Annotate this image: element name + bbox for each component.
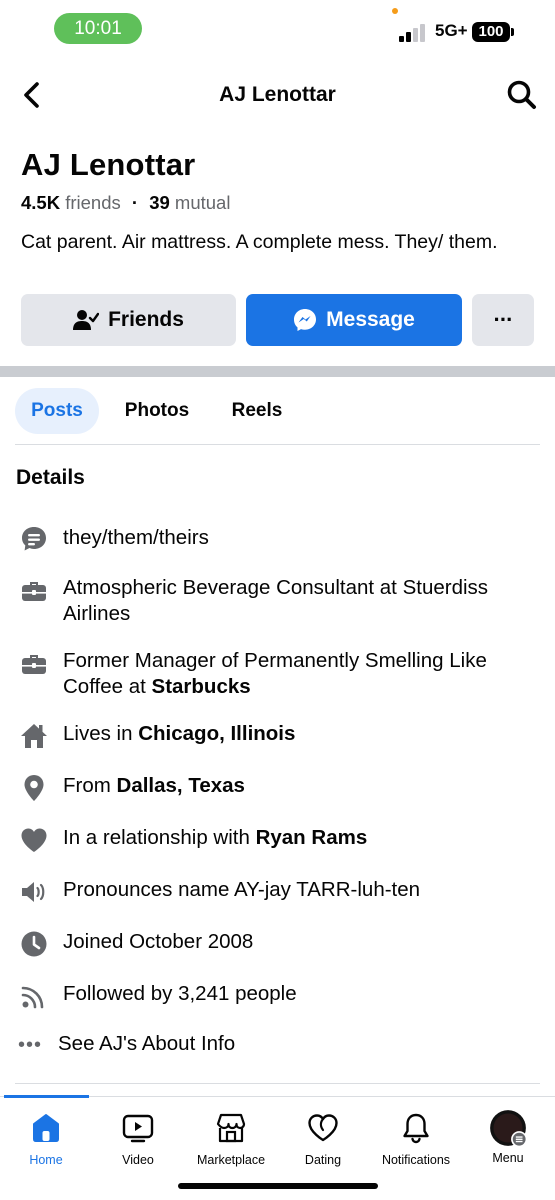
- content-divider: [15, 1083, 540, 1084]
- speech-bubble-icon: [22, 527, 46, 551]
- speaker-icon: [22, 882, 45, 902]
- tab-photos[interactable]: Photos: [111, 388, 203, 434]
- detail-pronunciation[interactable]: Pronounces name AY-jay TARR-luh-ten: [19, 876, 539, 908]
- detail-lives-in: Lives in Chicago, Illinois: [19, 720, 539, 752]
- detail-text: Followed by 3,241 people: [63, 982, 297, 1005]
- message-button-label: Message: [326, 308, 415, 331]
- detail-hometown: From Dallas, Texas: [19, 772, 539, 804]
- messenger-icon: [294, 309, 317, 331]
- detail-relationship: In a relationship with Ryan Rams: [19, 824, 539, 856]
- nav-marketplace[interactable]: Marketplace: [185, 1111, 277, 1171]
- mutual-count: 39: [149, 192, 170, 213]
- nav-label: Notifications: [381, 1153, 451, 1167]
- detail-text: Lives in Chicago, Illinois: [63, 721, 543, 747]
- friends-button[interactable]: Friends: [21, 294, 236, 346]
- video-icon: [122, 1114, 154, 1143]
- detail-text: they/them/theirs: [63, 526, 209, 549]
- workplace-link[interactable]: Starbucks: [152, 675, 251, 698]
- briefcase-icon: [22, 582, 46, 601]
- tab-posts[interactable]: Posts: [15, 388, 99, 434]
- detail-former-work: Former Manager of Permanently Smelling L…: [19, 648, 539, 702]
- nav-label: Menu: [492, 1151, 524, 1165]
- tab-reels[interactable]: Reels: [217, 388, 297, 434]
- location-pin-icon: [24, 775, 44, 801]
- section-divider: [0, 366, 555, 377]
- more-options-button[interactable]: ···: [472, 294, 534, 346]
- tabs-divider: [15, 444, 540, 445]
- hometown-link[interactable]: Dallas, Texas: [117, 774, 245, 797]
- network-type: 5G+: [435, 21, 468, 40]
- status-bar: 10:01 5G+ 100: [0, 0, 555, 56]
- nav-notifications[interactable]: Notifications: [370, 1111, 462, 1171]
- detail-text: From Dallas, Texas: [63, 773, 543, 799]
- separator-dot: ·: [131, 192, 139, 213]
- active-tab-indicator: [4, 1095, 89, 1098]
- nav-menu[interactable]: Menu: [462, 1110, 554, 1171]
- nav-label: Dating: [304, 1153, 342, 1167]
- detail-text-prefix: In a relationship with: [63, 826, 256, 849]
- more-dots-icon: •••: [18, 1034, 43, 1056]
- home-icon: [21, 724, 47, 748]
- search-button[interactable]: [505, 78, 539, 112]
- detail-text: Pronounces name AY-jay TARR-luh-ten: [63, 878, 421, 901]
- friends-check-icon: [73, 310, 100, 330]
- dating-icon: [308, 1114, 338, 1142]
- detail-text: Atmospheric Beverage Consultant at Stuer…: [63, 576, 489, 625]
- nav-label: Video: [122, 1153, 154, 1167]
- privacy-indicator-dot: [392, 8, 398, 14]
- see-about-info-link[interactable]: ••• See AJ's About Info: [16, 1031, 536, 1061]
- status-time: 10:01: [54, 13, 142, 44]
- profile-tabs: Posts Photos Reels: [15, 388, 540, 434]
- message-button[interactable]: Message: [246, 294, 462, 346]
- detail-text-prefix: From: [63, 774, 117, 797]
- profile-bio: Cat parent. Air mattress. A complete mes…: [21, 231, 498, 253]
- detail-text-prefix: Lives in: [63, 722, 139, 745]
- detail-text: In a relationship with Ryan Rams: [63, 825, 543, 851]
- details-heading: Details: [16, 466, 85, 489]
- battery-tip: [511, 28, 514, 36]
- more-dots-icon: ···: [493, 307, 514, 332]
- heart-icon: [21, 828, 47, 852]
- avatar-menu-icon: [490, 1110, 527, 1147]
- nav-dating[interactable]: Dating: [277, 1111, 369, 1171]
- marketplace-icon: [216, 1113, 246, 1143]
- detail-joined: Joined October 2008: [19, 928, 539, 960]
- briefcase-icon: [22, 655, 46, 674]
- current-city-link[interactable]: Chicago, Illinois: [138, 722, 295, 745]
- search-icon: [507, 80, 536, 109]
- detail-text-prefix: Former Manager of Permanently Smelling L…: [63, 649, 487, 698]
- detail-work: Atmospheric Beverage Consultant at Stuer…: [19, 575, 539, 629]
- nav-label: Marketplace: [196, 1153, 266, 1167]
- header-title: AJ Lenottar: [219, 83, 336, 106]
- friends-summary[interactable]: 4.5K friends · 39 mutual: [21, 192, 230, 214]
- mutual-label: mutual: [174, 192, 231, 213]
- friends-button-label: Friends: [108, 308, 184, 331]
- profile-actions: Friends Message ···: [21, 294, 534, 346]
- see-about-label: See AJ's About Info: [58, 1032, 236, 1055]
- home-icon: [33, 1114, 59, 1142]
- profile-header: AJ Lenottar: [0, 68, 555, 122]
- detail-pronouns: they/them/theirs: [19, 523, 539, 555]
- home-indicator: [178, 1183, 378, 1189]
- profile-name: AJ Lenottar: [21, 147, 196, 182]
- battery-icon: 100: [472, 22, 510, 42]
- rss-icon: [21, 986, 44, 1009]
- friends-count: 4.5K: [21, 192, 61, 213]
- partner-link[interactable]: Ryan Rams: [256, 826, 368, 849]
- signal-strength-icon: [399, 22, 431, 42]
- nav-video[interactable]: Video: [92, 1111, 184, 1171]
- clock-icon: [21, 931, 47, 957]
- detail-text: Former Manager of Permanently Smelling L…: [63, 648, 543, 700]
- bell-icon: [403, 1113, 429, 1144]
- friends-label: friends: [65, 192, 121, 213]
- detail-text: Joined October 2008: [63, 930, 254, 953]
- nav-label: Home: [29, 1153, 63, 1167]
- nav-home[interactable]: Home: [0, 1111, 92, 1171]
- detail-followers[interactable]: Followed by 3,241 people: [19, 980, 539, 1012]
